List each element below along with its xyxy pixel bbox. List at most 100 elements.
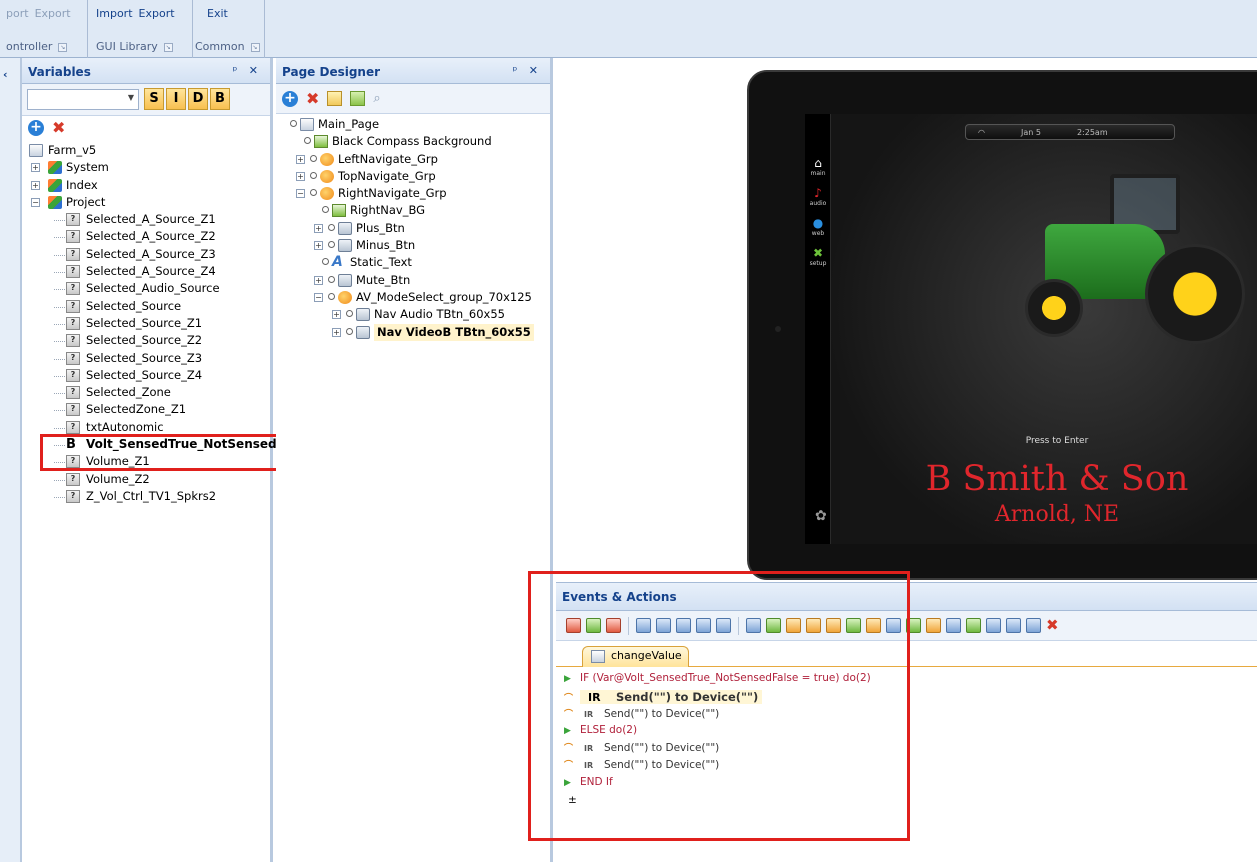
dialog-launcher-icon[interactable]: ↘ bbox=[163, 42, 173, 52]
gui-library-export-button[interactable]: Export bbox=[139, 7, 175, 20]
dialog-launcher-icon[interactable]: ↘ bbox=[58, 42, 68, 52]
tablet-screen[interactable]: ◠ Jan 5 2:25am ⌂ main ♪ audio ● web ✖ setup … bbox=[805, 114, 1257, 544]
variable-item[interactable]: ? SelectedZone_Z1 bbox=[22, 401, 270, 418]
filter-integer-button[interactable]: I bbox=[166, 88, 186, 110]
page-tree-item[interactable]: + LeftNavigate_Grp bbox=[276, 151, 550, 168]
page-tree-item[interactable]: RightNav_BG bbox=[276, 202, 550, 219]
variable-item[interactable]: ? Selected_A_Source_Z4 bbox=[22, 263, 270, 280]
delete-action-icon[interactable]: ✖ bbox=[1046, 618, 1061, 633]
page-tree-item[interactable]: Black Compass Background bbox=[276, 133, 550, 150]
variable-item[interactable]: ? Selected_Zone bbox=[22, 384, 270, 401]
find-icon[interactable]: ⌕ bbox=[373, 91, 380, 106]
group-icon bbox=[48, 178, 62, 192]
collapse-icon[interactable]: − bbox=[31, 197, 40, 207]
filter-decimal-button[interactable]: D bbox=[188, 88, 208, 110]
volume-icon[interactable] bbox=[946, 618, 961, 633]
collapse-icon[interactable]: − bbox=[296, 189, 305, 199]
page-tree-item[interactable]: A Static_Text bbox=[276, 254, 550, 271]
tree-group-index[interactable]: + Index bbox=[22, 177, 270, 194]
ribbon-export-button[interactable]: Export bbox=[35, 7, 71, 20]
delete-variable-icon[interactable]: ✖ bbox=[52, 120, 65, 136]
visibility-dot-icon[interactable] bbox=[304, 137, 311, 145]
variable-item[interactable]: ? Selected_Source bbox=[22, 298, 270, 315]
page-tree-item[interactable]: + Nav VideoB TBtn_60x55 bbox=[276, 323, 550, 341]
variable-item[interactable]: ? Selected_A_Source_Z3 bbox=[22, 246, 270, 263]
exit-button[interactable]: Exit bbox=[207, 7, 228, 20]
expand-icon[interactable]: + bbox=[314, 275, 323, 285]
panel-pin-close-controls[interactable]: ᵖ ✕ bbox=[513, 64, 542, 77]
visibility-dot-icon[interactable] bbox=[328, 223, 335, 231]
visibility-dot-icon[interactable] bbox=[310, 171, 317, 179]
delete-page-icon[interactable]: ✖ bbox=[306, 90, 319, 107]
visibility-dot-icon[interactable] bbox=[322, 258, 329, 266]
page-tree-item[interactable]: Main_Page bbox=[276, 116, 550, 133]
visibility-dot-icon[interactable] bbox=[346, 310, 353, 318]
variable-item[interactable]: ? Volume_Z2 bbox=[22, 471, 270, 488]
brand-location: Arnold, NE bbox=[994, 502, 1120, 527]
expand-icon[interactable]: + bbox=[296, 171, 305, 181]
nav-main[interactable]: ⌂ main bbox=[809, 156, 827, 186]
variable-item[interactable]: ? Selected_Source_Z1 bbox=[22, 315, 270, 332]
variable-filter-combo[interactable]: ▼ bbox=[27, 89, 139, 110]
expand-icon[interactable]: + bbox=[296, 154, 305, 164]
chevron-down-icon[interactable]: ▼ bbox=[128, 93, 134, 102]
visibility-dot-icon[interactable] bbox=[346, 327, 353, 335]
page-tree-item[interactable]: − RightNavigate_Grp bbox=[276, 185, 550, 202]
exit-action-icon[interactable] bbox=[1026, 618, 1041, 633]
variable-icon: ? bbox=[66, 386, 80, 400]
add-page-icon[interactable]: + bbox=[282, 90, 298, 107]
visibility-dot-icon[interactable] bbox=[328, 275, 335, 283]
import-page-icon[interactable] bbox=[350, 91, 366, 106]
variable-icon: ? bbox=[66, 213, 80, 227]
variable-icon: ? bbox=[66, 368, 80, 382]
visibility-dot-icon[interactable] bbox=[328, 292, 335, 300]
visibility-dot-icon[interactable] bbox=[310, 154, 317, 162]
expand-icon[interactable]: + bbox=[31, 163, 40, 173]
collapse-icon[interactable]: − bbox=[314, 292, 323, 302]
filter-string-button[interactable]: S bbox=[144, 88, 164, 110]
expand-icon[interactable]: + bbox=[31, 180, 40, 190]
page-tree-item[interactable]: + Minus_Btn bbox=[276, 237, 550, 254]
collapse-arrow-icon[interactable]: ‹ bbox=[3, 68, 8, 81]
variable-item[interactable]: ? Z_Vol_Ctrl_TV1_Spkrs2 bbox=[22, 488, 270, 505]
add-variable-icon[interactable]: + bbox=[28, 120, 44, 136]
visibility-dot-icon[interactable] bbox=[328, 241, 335, 249]
page-properties-icon[interactable] bbox=[327, 91, 343, 106]
expand-icon[interactable]: + bbox=[314, 241, 323, 251]
tree-group-system[interactable]: + System bbox=[22, 159, 270, 176]
page-tree-item[interactable]: + Nav Audio TBtn_60x55 bbox=[276, 306, 550, 323]
expand-icon[interactable]: + bbox=[332, 327, 341, 337]
page-tree-item[interactable]: + Mute_Btn bbox=[276, 272, 550, 289]
split-icon[interactable] bbox=[926, 618, 941, 633]
variable-icon: ? bbox=[66, 299, 80, 313]
page-tree-item[interactable]: − AV_ModeSelect_group_70x125 bbox=[276, 289, 550, 306]
dialog-launcher-icon[interactable]: ↘ bbox=[250, 42, 260, 52]
variable-item[interactable]: ? Selected_Source_Z4 bbox=[22, 367, 270, 384]
variable-item[interactable]: ? Selected_Source_Z3 bbox=[22, 350, 270, 367]
gui-library-import-button[interactable]: Import bbox=[96, 7, 133, 20]
expand-icon[interactable]: + bbox=[332, 310, 341, 320]
collapsed-panel-edge[interactable]: ‹ bbox=[0, 58, 22, 862]
nav-setup[interactable]: ✖ setup bbox=[809, 246, 827, 276]
undo-icon[interactable] bbox=[1006, 618, 1021, 633]
expand-icon[interactable]: + bbox=[314, 223, 323, 233]
ribbon-import-button[interactable]: port bbox=[6, 7, 29, 20]
loop-icon[interactable] bbox=[986, 618, 1001, 633]
page-tree-item[interactable]: + Plus_Btn bbox=[276, 220, 550, 237]
nav-web[interactable]: ● web bbox=[809, 216, 827, 246]
group-icon bbox=[48, 195, 62, 209]
if-action-icon[interactable] bbox=[966, 618, 981, 633]
page-tree-item[interactable]: + TopNavigate_Grp bbox=[276, 168, 550, 185]
variable-item[interactable]: ? Selected_Source_Z2 bbox=[22, 332, 270, 349]
tree-root[interactable]: Farm_v5 bbox=[22, 142, 270, 159]
panel-pin-close-controls[interactable]: ᵖ ✕ bbox=[233, 64, 262, 77]
visibility-dot-icon[interactable] bbox=[310, 189, 317, 197]
variable-item[interactable]: ? Selected_Audio_Source bbox=[22, 280, 270, 297]
visibility-dot-icon[interactable] bbox=[322, 206, 329, 214]
filter-boolean-button[interactable]: B bbox=[210, 88, 230, 110]
nav-audio[interactable]: ♪ audio bbox=[809, 186, 827, 216]
tree-group-project[interactable]: − Project bbox=[22, 194, 270, 211]
variable-item[interactable]: ? Selected_A_Source_Z2 bbox=[22, 228, 270, 245]
variable-item[interactable]: ? Selected_A_Source_Z1 bbox=[22, 211, 270, 228]
visibility-dot-icon[interactable] bbox=[290, 120, 297, 127]
